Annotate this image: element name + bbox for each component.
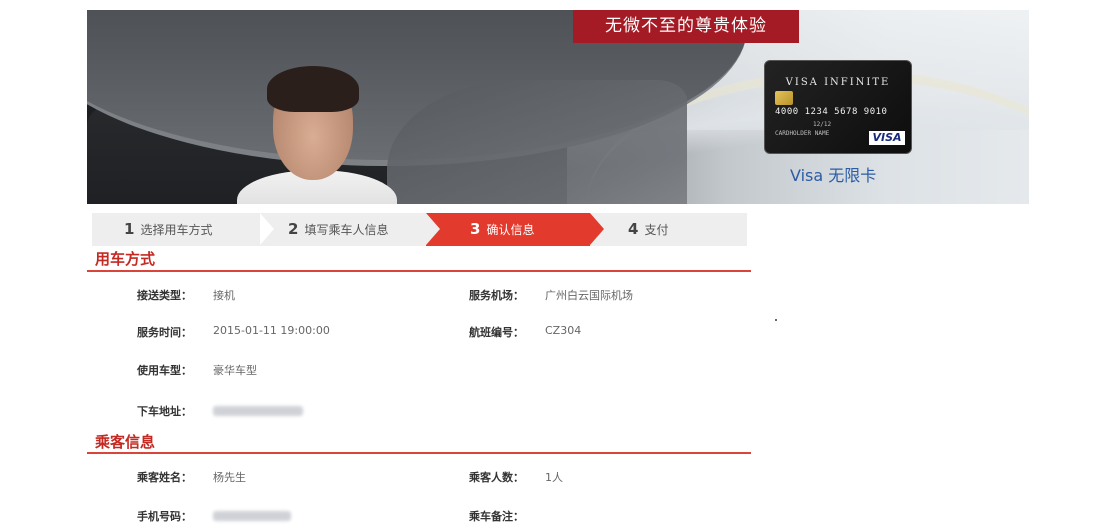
card-caption: Visa 无限卡: [790, 166, 877, 185]
card-number: 4000 1234 5678 9010: [775, 107, 888, 117]
step-separator: [260, 213, 274, 245]
passenger-count-label: 乘客人数：: [469, 471, 524, 484]
section-divider: [87, 452, 751, 454]
step-select-car-mode: 1 选择用车方式: [124, 213, 212, 246]
step-number: 1: [124, 220, 135, 238]
phone-number-redacted: [213, 511, 291, 521]
card-expiry: 12/12: [813, 121, 832, 128]
dropoff-address-label: 下车地址：: [137, 405, 192, 418]
section-divider: [87, 270, 751, 272]
step-label: 支付: [644, 223, 669, 237]
service-time-value: 2015-01-11 19:00:00: [213, 324, 330, 337]
flight-number-value: CZ304: [545, 324, 582, 337]
step-confirm-info: 3 确认信息: [470, 213, 534, 246]
card-holder: CARDHOLDER NAME: [775, 130, 830, 137]
step-number: 4: [628, 220, 639, 238]
section-title-passenger: 乘客信息: [95, 433, 156, 451]
transfer-type-label: 接送类型：: [137, 289, 192, 302]
dropoff-address-redacted: [213, 406, 303, 416]
airport-label: 服务机场：: [469, 289, 524, 302]
vehicle-type-label: 使用车型：: [137, 364, 192, 377]
step-label: 选择用车方式: [140, 223, 213, 237]
section-title-car-usage: 用车方式: [95, 250, 156, 268]
vehicle-type-value: 豪华车型: [213, 364, 257, 377]
step-number: 2: [288, 220, 299, 238]
step-label: 填写乘车人信息: [304, 223, 389, 237]
progress-steps: 1 选择用车方式 2 填写乘车人信息 3 确认信息 4 支付: [92, 213, 747, 246]
visa-logo-icon: VISA: [869, 131, 905, 145]
card-brand: VISA INFINITE: [785, 77, 891, 88]
passenger-count-value: 1人: [545, 471, 563, 484]
passenger-name-value: 杨先生: [213, 471, 246, 484]
visa-card-image: VISA INFINITE 4000 1234 5678 9010 12/12 …: [764, 60, 912, 154]
step-label: 确认信息: [486, 223, 535, 237]
service-time-label: 服务时间：: [137, 326, 192, 339]
phone-number-label: 手机号码：: [137, 510, 192, 523]
ride-notes-label: 乘车备注：: [469, 510, 524, 523]
banner-person-hair: [267, 66, 359, 112]
airport-value: 广州白云国际机场: [545, 289, 633, 302]
stray-dot: [775, 319, 777, 321]
step-payment: 4 支付: [628, 213, 668, 246]
transfer-type-value: 接机: [213, 289, 235, 302]
card-chip-icon: [775, 91, 793, 105]
flight-number-label: 航班编号：: [469, 326, 524, 339]
promo-banner: 无微不至的尊贵体验 VISA INFINITE 4000 1234 5678 9…: [87, 10, 1029, 204]
step-number: 3: [470, 220, 481, 238]
passenger-name-label: 乘客姓名：: [137, 471, 192, 484]
banner-tagline: 无微不至的尊贵体验: [573, 10, 799, 43]
step-fill-passenger-info: 2 填写乘车人信息: [288, 213, 388, 246]
